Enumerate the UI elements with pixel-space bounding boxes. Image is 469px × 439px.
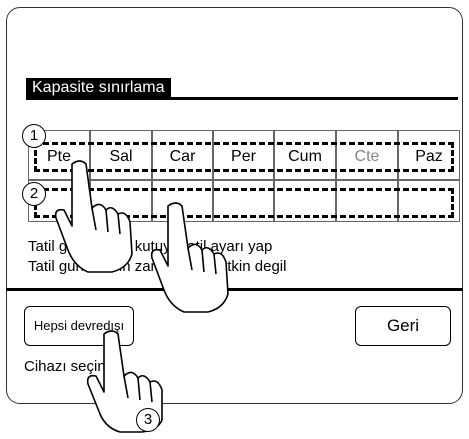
pointing-hands-overlay	[54, 160, 229, 433]
pointing-hand-icon	[150, 202, 229, 313]
pointing-hand-icon	[54, 160, 133, 273]
step-marker-3: 3	[136, 408, 160, 432]
